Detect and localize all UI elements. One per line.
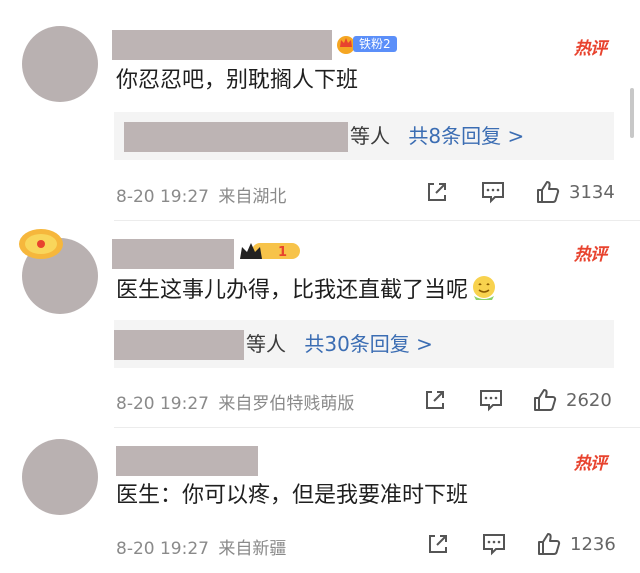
reply-count-link[interactable]: 共30条回复 > <box>304 332 433 356</box>
comment-icon <box>480 390 502 412</box>
share-button[interactable] <box>425 531 451 557</box>
like-count: 3134 <box>569 181 615 203</box>
username-redacted[interactable] <box>112 239 234 269</box>
timestamp: 8-20 19:27 <box>116 187 209 207</box>
level-badge: 1 <box>240 243 300 260</box>
smile-emoji-icon <box>473 276 496 300</box>
share-icon <box>426 391 444 409</box>
like-button[interactable]: 2620 <box>532 387 612 413</box>
comment-text: 你忍忍吧，别耽搁人下班 <box>116 68 359 93</box>
like-count: 2620 <box>566 389 612 411</box>
avatar-frame-badge-icon <box>19 229 63 259</box>
hot-comment-tag: 热评 <box>574 454 607 474</box>
comment-icon <box>483 534 505 556</box>
share-button[interactable] <box>422 387 448 413</box>
comment-meta: 8-20 19:27 来自罗伯特贱萌版 <box>116 389 354 414</box>
reply-suffix: 等人 <box>246 332 286 356</box>
comment-button[interactable] <box>481 531 507 557</box>
location: 来自新疆 <box>218 539 287 559</box>
comment-button[interactable] <box>480 179 506 205</box>
share-icon <box>429 535 447 553</box>
comment-text: 医生这事儿办得，比我还直截了当呢 <box>116 274 498 306</box>
scrollbar[interactable] <box>630 88 634 138</box>
location: 来自罗伯特贱萌版 <box>218 394 355 414</box>
comment-item: 1 热评 医生这事儿办得，比我还直截了当呢 等人 共30条回复 > 8-20 1… <box>0 212 640 428</box>
timestamp: 8-20 19:27 <box>116 539 209 559</box>
avatar[interactable] <box>22 439 98 515</box>
share-icon <box>428 183 446 201</box>
reply-users-redacted <box>124 122 348 152</box>
like-button[interactable]: 3134 <box>535 179 615 205</box>
reply-users-redacted <box>114 330 244 360</box>
like-count: 1236 <box>570 533 616 555</box>
thumbs-up-icon <box>534 389 557 411</box>
comment-meta: 8-20 19:27 来自新疆 <box>116 534 286 559</box>
share-button[interactable] <box>424 179 450 205</box>
avatar[interactable] <box>22 26 98 102</box>
comment-item: 热评 医生：你可以疼，但是我要准时下班 8-20 19:27 来自新疆 1236 <box>0 427 640 573</box>
username-redacted[interactable] <box>116 446 258 476</box>
fan-badge: 铁粉2 <box>335 33 397 55</box>
comment-icon <box>482 182 504 204</box>
username-redacted[interactable] <box>112 30 332 60</box>
reply-preview[interactable]: 等人 共8条回复 > <box>114 112 614 160</box>
reply-preview[interactable]: 等人 共30条回复 > <box>114 320 614 368</box>
thumbs-up-icon <box>537 181 560 203</box>
reply-count-link[interactable]: 共8条回复 > <box>408 124 524 148</box>
reply-suffix: 等人 <box>350 124 390 148</box>
hot-comment-tag: 热评 <box>574 39 607 59</box>
comment-button[interactable] <box>478 387 504 413</box>
comment-item: 铁粉2 热评 你忍忍吧，别耽搁人下班 等人 共8条回复 > 8-20 19:27… <box>0 0 640 221</box>
svg-text:1: 1 <box>278 245 287 260</box>
comment-meta: 8-20 19:27 来自湖北 <box>116 182 286 207</box>
comment-text: 医生：你可以疼，但是我要准时下班 <box>116 483 469 508</box>
timestamp: 8-20 19:27 <box>116 394 209 414</box>
thumbs-up-icon <box>538 533 561 555</box>
hot-comment-tag: 热评 <box>574 245 607 265</box>
location: 来自湖北 <box>218 187 287 207</box>
like-button[interactable]: 1236 <box>536 531 616 557</box>
